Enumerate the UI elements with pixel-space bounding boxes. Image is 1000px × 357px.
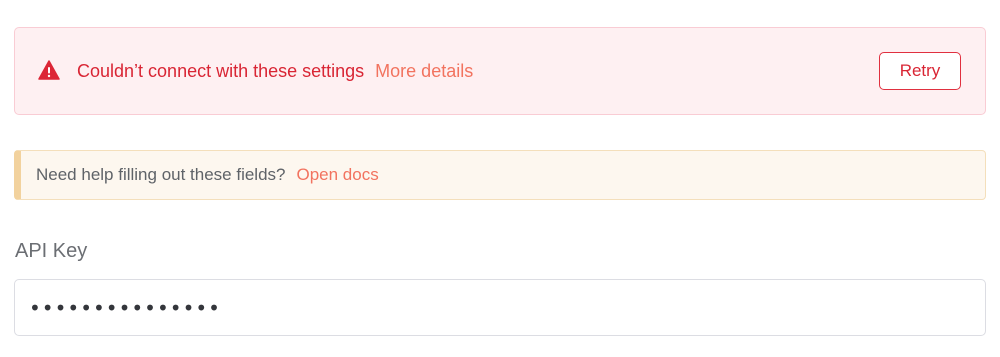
error-message: Couldn’t connect with these settings bbox=[77, 60, 365, 81]
help-text: Need help filling out these fields? bbox=[36, 165, 286, 184]
api-key-label: API Key bbox=[15, 240, 88, 262]
api-key-input[interactable] bbox=[14, 279, 986, 336]
error-banner: Couldn’t connect with these settings Mor… bbox=[14, 27, 986, 115]
help-banner: Need help filling out these fields? Open… bbox=[14, 150, 986, 200]
open-docs-link[interactable]: Open docs bbox=[297, 165, 379, 185]
retry-button[interactable]: Retry bbox=[879, 52, 961, 90]
warning-triangle-icon bbox=[37, 59, 61, 81]
more-details-link[interactable]: More details bbox=[375, 61, 473, 82]
